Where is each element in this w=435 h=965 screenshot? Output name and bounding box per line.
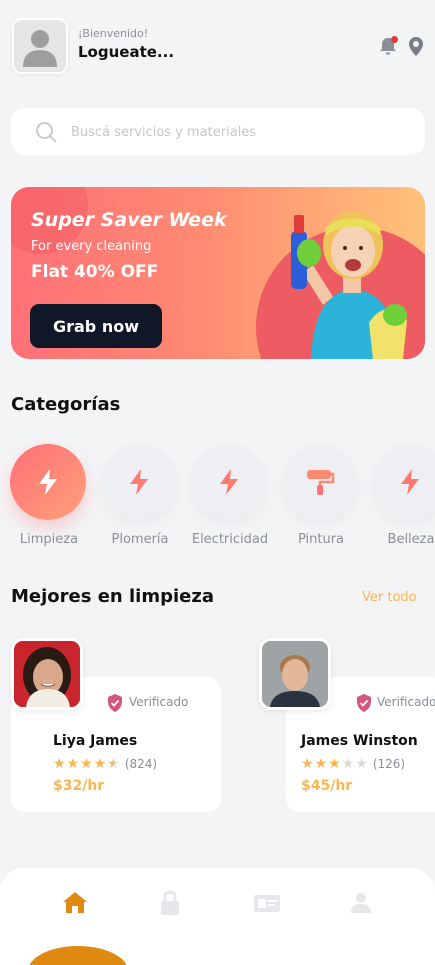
paint-roller-icon [307, 470, 335, 495]
category-belleza[interactable]: Belleza [368, 444, 435, 554]
provider-portrait [14, 641, 80, 707]
profile-icon [351, 893, 371, 913]
provider-name: James Winston [301, 733, 418, 749]
notification-button[interactable] [377, 35, 399, 57]
provider-photo [259, 638, 331, 710]
category-label: Pintura [297, 532, 345, 547]
nav-home[interactable] [60, 888, 90, 918]
home-icon [63, 892, 87, 913]
category-label: Limpieza [19, 532, 79, 547]
bottom-navigation [0, 868, 435, 965]
nav-profile[interactable] [346, 888, 376, 918]
grab-now-button[interactable]: Grab now [30, 304, 162, 348]
notification-badge [391, 36, 398, 43]
lock-icon [161, 890, 179, 915]
location-button[interactable] [405, 35, 427, 57]
verified-shield-icon [108, 694, 122, 712]
location-pin-icon [409, 37, 423, 56]
category-label: Plomería [111, 532, 169, 547]
provider-price: $45/hr [301, 778, 353, 794]
active-tab-indicator [28, 946, 128, 965]
rating-stars: ★ ★ ★ ★ ★ (126) [301, 756, 405, 772]
star-full-icon: ★ [80, 756, 93, 772]
provider-price: $32/hr [53, 778, 105, 794]
star-full-icon: ★ [328, 756, 341, 772]
id-card-icon [254, 895, 280, 912]
bolt-icon [401, 469, 419, 495]
provider-name: Liya James [53, 733, 138, 749]
rating-stars: ★ ★ ★ ★ ★ (824) [53, 756, 157, 772]
category-plomeria[interactable]: Plomería [97, 444, 183, 554]
search-input[interactable] [71, 120, 411, 144]
banner-offer: Flat 40% OFF [31, 262, 159, 282]
category-limpieza[interactable]: Limpieza [6, 444, 92, 554]
category-label: Electricidad [191, 532, 269, 547]
banner-subtitle: For every cleaning [31, 239, 152, 254]
bolt-icon [39, 469, 57, 495]
top-providers-title: Mejores en limpieza [11, 586, 214, 607]
login-prompt[interactable]: Logueate... [78, 43, 174, 61]
star-empty-icon: ★ [341, 756, 355, 772]
bolt-icon [130, 469, 148, 495]
category-electricidad[interactable]: Electricidad [187, 444, 273, 554]
bolt-icon [220, 469, 238, 495]
nav-lock[interactable] [155, 888, 185, 918]
categories-title: Categorías [11, 394, 121, 415]
category-icon-bg [101, 444, 177, 520]
star-full-icon: ★ [53, 756, 66, 772]
search-bar[interactable] [11, 108, 425, 155]
verified-shield-icon [357, 694, 371, 712]
greeting-text: ¡Bienvenido! [78, 27, 149, 40]
app-header: ¡Bienvenido! Logueate... [0, 0, 435, 90]
verified-label: Verificado [377, 695, 435, 709]
category-icon-bg [372, 444, 435, 520]
user-placeholder-icon [14, 20, 66, 72]
category-label: Belleza [387, 532, 435, 547]
review-count: (824) [124, 757, 158, 771]
category-pintura[interactable]: Pintura [278, 444, 364, 554]
category-icon-bg [10, 444, 86, 520]
star-empty-icon: ★ [355, 756, 368, 772]
promo-banner[interactable]: Super Saver Week For every cleaning Flat… [11, 187, 425, 359]
star-full-icon: ★ [66, 756, 80, 772]
see-all-link[interactable]: Ver todo [362, 590, 417, 605]
provider-photo [11, 638, 83, 710]
category-icon-bg [191, 444, 267, 520]
star-full-icon: ★ [93, 756, 107, 772]
provider-portrait [262, 641, 328, 707]
search-icon [36, 122, 57, 143]
star-half-icon: ★ [107, 756, 120, 772]
verified-label: Verificado [129, 695, 189, 709]
star-full-icon: ★ [314, 756, 328, 772]
nav-card[interactable] [252, 888, 282, 918]
category-icon-bg [282, 444, 358, 520]
star-full-icon: ★ [301, 756, 314, 772]
review-count: (126) [372, 757, 406, 771]
avatar[interactable] [12, 18, 68, 74]
cleaning-woman-illustration [291, 211, 407, 359]
banner-title: Super Saver Week [31, 209, 227, 231]
